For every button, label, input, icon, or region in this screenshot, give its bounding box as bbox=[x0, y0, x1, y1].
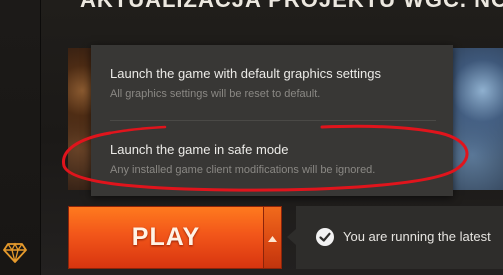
launch-options-menu: Launch the game with default graphics se… bbox=[91, 45, 453, 196]
check-circle-icon bbox=[316, 228, 334, 246]
menu-item-title: Launch the game with default graphics se… bbox=[110, 66, 382, 81]
menu-item-description: Any installed game client modifications … bbox=[110, 164, 376, 176]
menu-item-default-graphics[interactable]: Launch the game with default graphics se… bbox=[110, 66, 381, 101]
diamond-icon[interactable] bbox=[3, 240, 27, 264]
menu-item-safe-mode[interactable]: Launch the game in safe mode Any install… bbox=[110, 142, 375, 177]
page-title: AKTUALIZACJA PROJEKTU WGC. NOWY F bbox=[80, 0, 503, 11]
play-options-button[interactable] bbox=[263, 206, 282, 269]
status-pointer bbox=[287, 229, 296, 245]
menu-item-title: Launch the game in safe mode bbox=[110, 142, 289, 157]
left-sidebar bbox=[0, 0, 40, 275]
menu-divider bbox=[110, 120, 436, 121]
chevron-up-icon bbox=[268, 229, 277, 247]
play-button[interactable]: PLAY bbox=[68, 206, 264, 269]
banner-art-right bbox=[452, 48, 503, 190]
play-button-label: PLAY bbox=[131, 223, 201, 251]
menu-item-description: All graphics settings will be reset to d… bbox=[110, 88, 321, 100]
status-text: You are running the latest bbox=[343, 229, 491, 244]
